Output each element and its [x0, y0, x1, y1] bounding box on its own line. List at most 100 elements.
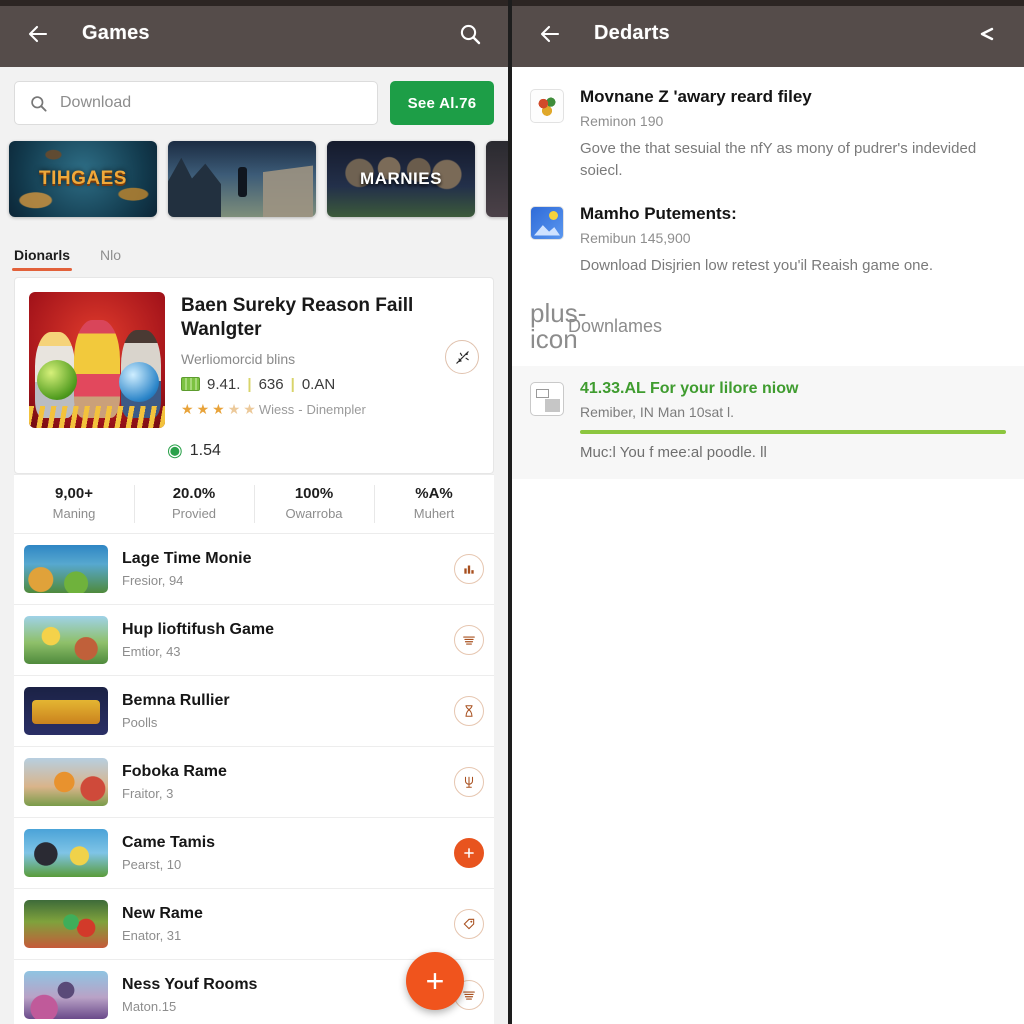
list-item-title: Hup lioftifush Game [122, 621, 274, 638]
list-item[interactable]: Hup lioftifush Game Emtior, 43 [14, 605, 494, 676]
page-title: Games [82, 22, 150, 44]
rating-dot: - [298, 401, 303, 417]
rating-label: Wiess [258, 401, 295, 417]
featured-game-card[interactable]: Baen Sureky Reason Faill Wanlgter Werlio… [14, 277, 494, 474]
stat-item: 9,00+ Maning [14, 475, 134, 533]
stat-value: 9,00+ [55, 485, 93, 502]
list-item-thumbnail [24, 545, 108, 593]
list-item-title: Came Tamis [122, 834, 216, 851]
featured-card-info: Baen Sureky Reason Faill Wanlgter Werlio… [181, 292, 429, 428]
list-icon[interactable] [454, 625, 484, 655]
banner-item[interactable]: MARNIES [327, 141, 475, 217]
list-item-subtitle: Maton.15 [122, 999, 177, 1014]
list-item-thumbnail [24, 616, 108, 664]
stat-item: 20.0% Provied [134, 475, 254, 533]
list-item-subtitle: Poolls [122, 715, 158, 730]
list-item[interactable]: Came Tamis Pearst, 10 [14, 818, 494, 889]
details-appbar: Dedarts [512, 0, 1024, 67]
list-item-subtitle: Enator, 31 [122, 928, 182, 943]
list-item-subtitle: Pearst, 10 [122, 857, 182, 872]
list-item[interactable]: Bemna Rullier Poolls [14, 676, 494, 747]
star-icon: ★ [212, 400, 225, 417]
banner-label: TIHGAES [39, 168, 127, 189]
list-item-thumbnail [24, 758, 108, 806]
detail-item-title: Mamho Putements: [580, 203, 737, 223]
featured-location-value: 1.54 [189, 441, 221, 459]
page-title: Dedarts [594, 22, 670, 44]
downloads-section-header[interactable]: plus-icon Downlames [512, 294, 1024, 366]
featured-count: 636 [258, 375, 284, 393]
stat-label: Maning [52, 506, 96, 521]
list-item-subtitle: Emtior, 43 [122, 644, 181, 659]
list-item-text: Foboka Rame Fraitor, 3 [122, 763, 440, 801]
search-placeholder: Download [60, 94, 132, 111]
featured-card-top: Baen Sureky Reason Faill Wanlgter Werlio… [15, 278, 493, 438]
detail-item-description: Gove the that sesuial the nfY as mony of… [580, 140, 977, 179]
character-center [74, 320, 120, 418]
list-item-title: New Rame [122, 905, 203, 922]
stat-label: Owarroba [285, 506, 343, 521]
featured-game-thumbnail [29, 292, 165, 428]
back-icon[interactable] [530, 14, 570, 54]
download-highlight-item[interactable]: 41.33.AL For your lilore niow Remiber, I… [512, 366, 1024, 480]
blue-orb-icon [119, 362, 159, 402]
stat-item: %A% Muhert [374, 475, 494, 533]
tab-nlo[interactable]: Nlo [100, 247, 121, 271]
banner-carousel[interactable]: TIHGAES MARNIES [0, 135, 508, 231]
back-icon[interactable] [18, 14, 58, 54]
download-progress-bar [580, 430, 1006, 435]
featured-subtitle: Werliomorcid blins [181, 350, 296, 367]
tag-icon[interactable] [454, 909, 484, 939]
list-item-thumbnail [24, 829, 108, 877]
app-icon-photo [530, 205, 564, 240]
details-screen: Dedarts Movnane Z 'awary reard filey Rem… [512, 0, 1024, 1024]
download-highlight-subtitle: Remiber, IN Man 10sat l. [580, 404, 735, 421]
stat-item: 100% Owarroba [254, 475, 374, 533]
details-content: Movnane Z 'awary reard filey Reminon 190… [512, 67, 1024, 480]
list-item[interactable]: New Rame Enator, 31 [14, 889, 494, 960]
share-icon[interactable] [966, 14, 1006, 54]
featured-meta-row: 9.41. | 636 | 0.AN [181, 376, 429, 393]
game-list: Lage Time Monie Fresior, 94 Hup lioftifu… [14, 534, 494, 1024]
tab-dionarls[interactable]: Dionarls [11, 247, 73, 271]
detail-item-body: Mamho Putements: Remibun 145,900 Downloa… [580, 204, 1006, 277]
stat-value: 20.0% [172, 485, 216, 502]
grass-decoration [29, 406, 165, 428]
tab-bar: Dionarls Nlo [0, 231, 508, 271]
banner-item[interactable] [486, 141, 508, 217]
banner-label: MARNIES [360, 169, 442, 188]
featured-category: Dinempler [306, 401, 366, 417]
list-item-subtitle: Fraitor, 3 [122, 786, 174, 801]
detail-item[interactable]: Mamho Putements: Remibun 145,900 Downloa… [512, 200, 1024, 295]
version-badge-icon [181, 377, 200, 392]
banner-item[interactable]: TIHGAES [9, 141, 157, 217]
list-item-text: Came Tamis Pearst, 10 [122, 834, 440, 872]
banner-item[interactable] [168, 141, 316, 217]
hourglass-icon[interactable] [454, 696, 484, 726]
detail-item[interactable]: Movnane Z 'awary reard filey Reminon 190… [512, 83, 1024, 200]
list-item[interactable]: Foboka Rame Fraitor, 3 [14, 747, 494, 818]
list-item-text: Lage Time Monie Fresior, 94 [122, 550, 440, 588]
add-fab-button[interactable]: + [406, 952, 464, 1010]
list-item-text: New Rame Enator, 31 [122, 905, 440, 943]
search-icon[interactable] [450, 14, 490, 54]
trident-icon[interactable] [454, 767, 484, 797]
see-all-button[interactable]: See Al.76 [390, 81, 494, 125]
location-pin-icon: ◉ [167, 440, 183, 460]
list-item[interactable]: Lage Time Monie Fresior, 94 [14, 534, 494, 605]
featured-size: 0.AN [301, 375, 336, 393]
search-icon [31, 95, 47, 112]
plus-circle-icon[interactable] [454, 838, 484, 868]
search-input[interactable]: Download [14, 81, 378, 125]
list-item-title: Foboka Rame [122, 763, 227, 780]
games-screen: Games Download See Al.76 TIHGAES MARNIES [0, 0, 508, 1024]
download-highlight-note: Muc:l You f mee:al poodle. ll [580, 444, 767, 462]
dual-screen-container: Games Download See Al.76 TIHGAES MARNIES [0, 0, 1024, 1024]
list-item-subtitle: Fresior, 94 [122, 573, 184, 588]
chart-icon[interactable] [454, 554, 484, 584]
list-item-title: Bemna Rullier [122, 692, 230, 709]
sparkle-icon[interactable] [445, 340, 479, 374]
download-highlight-body: 41.33.AL For your lilore niow Remiber, I… [580, 380, 1006, 461]
featured-rating-row: ★ ★ ★ ★ ★ Wiess - Dinempler [181, 401, 429, 418]
games-appbar: Games [0, 0, 508, 67]
